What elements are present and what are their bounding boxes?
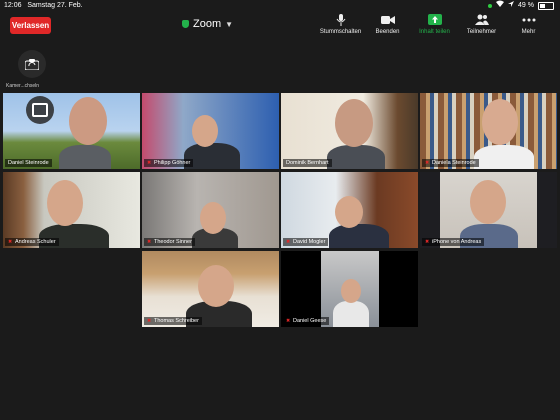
switch-camera-button[interactable]	[18, 50, 46, 78]
participant-name: Dominik Bernhart	[286, 160, 329, 166]
participant-figure	[59, 145, 111, 169]
mute-button[interactable]: Stummschalten	[317, 14, 364, 40]
stop-video-label: Beenden	[375, 29, 400, 35]
muted-mic-icon: ✖	[147, 317, 152, 324]
participant-figure	[333, 301, 369, 327]
participant-name-tag: ✖ Daniela Steinrode	[422, 159, 479, 167]
share-content-label: Inhalt teilen	[419, 29, 450, 35]
chevron-down-icon: ▼	[225, 19, 234, 29]
leave-button[interactable]: Verlassen	[10, 17, 51, 34]
muted-mic-icon: ✖	[286, 317, 291, 324]
wifi-icon	[496, 0, 505, 12]
participant-tile[interactable]: ✖ Daniela Steinrode	[420, 93, 557, 169]
participant-name-tag: Daniel Steinrode	[5, 159, 52, 167]
participant-name: Andreas Schuler	[15, 239, 56, 245]
participant-name: David Mogler	[293, 239, 326, 245]
location-icon	[508, 0, 515, 12]
meeting-toolbar: Stummschalten Beenden Inhalt teilen Teil…	[317, 14, 552, 40]
participant-face	[470, 180, 506, 224]
layout-icon	[32, 103, 48, 117]
participant-name-tag: ✖ iPhone von Andreas	[422, 238, 485, 246]
participant-name-tag: Dominik Bernhart	[283, 159, 332, 167]
participant-tile[interactable]: ✖ iPhone von Andreas	[420, 172, 557, 248]
participant-face	[482, 99, 518, 145]
participant-face	[69, 97, 107, 145]
participant-figure	[329, 224, 389, 248]
video-camera-icon	[380, 16, 395, 24]
share-screen-icon	[427, 14, 442, 25]
muted-mic-icon: ✖	[286, 238, 291, 245]
participant-tile[interactable]: ✖ Andreas Schuler	[3, 172, 140, 248]
more-label: Mehr	[521, 29, 536, 35]
muted-mic-icon: ✖	[147, 159, 152, 166]
participant-name: Daniel Geese	[293, 318, 327, 324]
participant-face	[341, 279, 361, 303]
muted-mic-icon: ✖	[147, 238, 152, 245]
participant-tile[interactable]: ✖ Theodor Sinner	[142, 172, 279, 248]
muted-mic-icon: ✖	[425, 238, 430, 245]
participant-tile[interactable]: Dominik Bernhart	[281, 93, 418, 169]
status-time-date: 12:06 Samstag 27. Feb.	[4, 0, 83, 12]
status-date: Samstag 27. Feb.	[27, 2, 83, 9]
stop-video-button[interactable]: Beenden	[364, 14, 411, 40]
participant-face	[335, 99, 373, 147]
participant-figure	[327, 145, 385, 169]
participant-tile[interactable]: ✖ Philipp Göhner	[142, 93, 279, 169]
participant-face	[335, 196, 363, 228]
battery-icon	[538, 2, 554, 10]
status-right: 49 %	[488, 0, 554, 12]
participant-name-tag: ✖ David Mogler	[283, 238, 329, 246]
microphone-icon	[336, 14, 345, 26]
participant-name-tag: ✖ Philipp Göhner	[144, 159, 194, 167]
share-content-button[interactable]: Inhalt teilen	[411, 14, 458, 40]
participants-icon	[474, 14, 489, 25]
switch-camera-label: Kamer...chseln	[6, 83, 40, 89]
participant-figure	[474, 145, 534, 169]
participant-name-tag: ✖ Daniel Geese	[283, 317, 330, 325]
participant-face	[198, 265, 234, 307]
mute-label: Stummschalten	[319, 29, 362, 35]
participants-button[interactable]: Teilnehmer	[458, 14, 505, 40]
status-time: 12:06	[4, 2, 22, 9]
participant-tile[interactable]: ✖ Daniel Geese	[281, 251, 418, 327]
participant-name: Thomas Schreiber	[154, 318, 199, 324]
participant-name: Daniel Steinrode	[8, 160, 49, 166]
meeting-title-text: Zoom	[193, 18, 222, 30]
participant-name: Philipp Göhner	[154, 160, 191, 166]
more-button[interactable]: Mehr	[505, 14, 552, 40]
participant-tile[interactable]: ✖ David Mogler	[281, 172, 418, 248]
camera-active-indicator-icon	[488, 4, 493, 8]
participant-name: iPhone von Andreas	[432, 239, 482, 245]
camera-switch-icon	[25, 58, 39, 70]
battery-percent: 49 %	[518, 2, 534, 9]
shield-icon	[182, 20, 189, 28]
participant-name-tag: ✖ Theodor Sinner	[144, 238, 195, 246]
video-layout-button[interactable]	[26, 96, 54, 124]
participant-face	[200, 202, 226, 234]
participants-label: Teilnehmer	[466, 29, 497, 35]
meeting-title[interactable]: Zoom ▼	[182, 16, 242, 32]
participant-face	[47, 180, 83, 226]
status-bar: 12:06 Samstag 27. Feb. 49 %	[0, 0, 560, 12]
participant-name-tag: ✖ Andreas Schuler	[5, 238, 59, 246]
muted-mic-icon: ✖	[425, 159, 430, 166]
participant-face	[192, 115, 218, 147]
participant-name: Theodor Sinner	[154, 239, 192, 245]
participant-tile[interactable]: Daniel Steinrode	[3, 93, 140, 169]
more-dots-icon	[522, 18, 535, 22]
muted-mic-icon: ✖	[8, 238, 13, 245]
participant-name: Daniela Steinrode	[432, 160, 476, 166]
participant-name-tag: ✖ Thomas Schreiber	[144, 317, 202, 325]
participant-tile[interactable]: ✖ Thomas Schreiber	[142, 251, 279, 327]
